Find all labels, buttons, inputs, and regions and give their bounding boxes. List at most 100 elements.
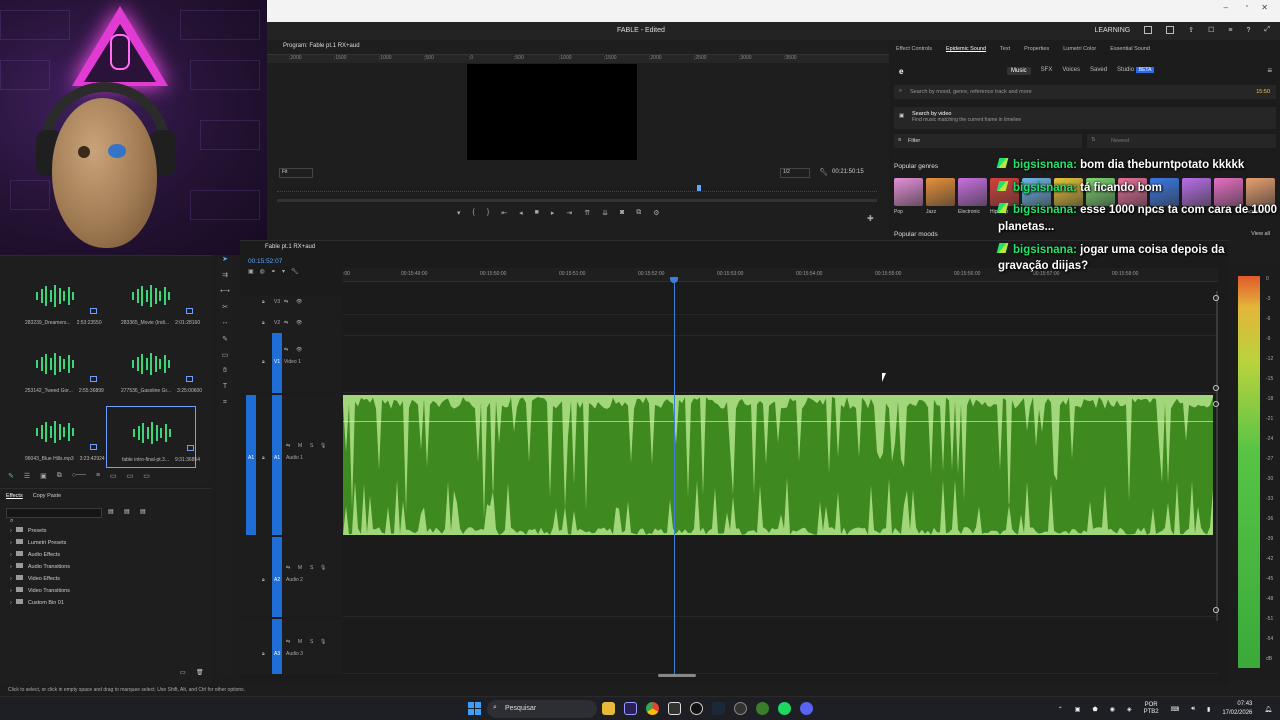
solo-button[interactable]: S [310, 639, 313, 645]
lock-icon[interactable]: 🔒︎ [262, 359, 265, 365]
tab-effect-controls[interactable]: Effect Controls [889, 40, 939, 58]
scroll-handle-icon[interactable] [1213, 607, 1219, 613]
type-tool-icon[interactable]: T [218, 383, 232, 399]
notification-icon[interactable]: 🔔︎ [1264, 706, 1272, 713]
ripple-edit-icon[interactable]: ⟷ [218, 287, 232, 303]
minimize-icon[interactable]: – [1224, 3, 1228, 12]
playhead[interactable] [674, 279, 675, 674]
feedback-icon[interactable]: ☐ [1208, 26, 1214, 34]
timeline-horizontal-scrollbar[interactable] [658, 674, 696, 677]
steam-icon[interactable] [712, 702, 725, 715]
sync-icon[interactable]: ⇆ [286, 565, 290, 571]
effects-folder[interactable]: › Audio Transitions [10, 563, 70, 575]
lock-icon[interactable]: 🔒︎ [262, 651, 265, 657]
selection-tool-icon[interactable]: ➤ [218, 255, 232, 271]
clock[interactable]: 07:43 17/02/2026 [1222, 700, 1252, 718]
tab-voices[interactable]: Voices [1062, 67, 1080, 75]
tray-app-icon[interactable]: ⬟ [1092, 706, 1097, 713]
eye-icon[interactable]: 👁︎ [296, 299, 302, 305]
compare-icon[interactable]: ⧉ [636, 209, 641, 217]
go-to-in-icon[interactable]: ⇤ [501, 209, 507, 217]
go-to-out-icon[interactable]: ⇥ [566, 209, 572, 217]
sync-icon[interactable]: ⇆ [284, 320, 288, 326]
tab-epidemic-sound[interactable]: Epidemic Sound [939, 40, 993, 58]
target-patch-a1[interactable] [272, 395, 282, 535]
scroll-handle-icon[interactable] [1213, 401, 1219, 407]
effects-folder[interactable]: › Video Transitions [10, 587, 70, 599]
tray-app-icon[interactable]: ▣ [1075, 706, 1081, 713]
tray-app-icon[interactable]: ◈ [1127, 706, 1132, 713]
tab-studio[interactable]: Studio BETA [1117, 67, 1155, 75]
spotify-icon[interactable] [778, 702, 791, 715]
wrench-icon[interactable]: 🔧︎ [819, 168, 828, 176]
tab-effects[interactable]: Effects [6, 493, 23, 499]
mic-icon[interactable]: 🎙︎ [320, 443, 326, 449]
zoom-slider[interactable]: ○── [72, 472, 86, 480]
pencil-icon[interactable]: ✎ [8, 472, 14, 480]
mic-icon[interactable]: 🎙︎ [320, 565, 326, 571]
effects-folder[interactable]: › Custom Bin 01 [10, 599, 70, 611]
zoom-select[interactable]: Fit [279, 168, 313, 178]
obs-icon[interactable] [690, 702, 703, 715]
network-icon[interactable]: ⌨ [1171, 706, 1180, 713]
sync-icon[interactable]: ⇆ [284, 347, 288, 353]
eye-icon[interactable]: 👁︎ [296, 347, 302, 353]
program-scrubber[interactable] [277, 199, 877, 202]
scroll-handle-icon[interactable] [1213, 295, 1219, 301]
slip-tool-icon[interactable]: ↔ [218, 319, 232, 335]
track-lane-a2[interactable] [343, 537, 1218, 617]
tab-sfx[interactable]: SFX [1041, 67, 1053, 75]
solo-button[interactable]: S [310, 565, 313, 571]
discord-icon[interactable] [800, 702, 813, 715]
sync-icon[interactable]: ⇆ [284, 299, 288, 305]
delete-icon[interactable]: 🗑︎ [196, 669, 204, 676]
app-icon[interactable] [756, 702, 769, 715]
file-explorer-icon[interactable] [602, 702, 615, 715]
list-view-icon[interactable]: ☰ [24, 472, 30, 480]
step-back-icon[interactable]: ◂ [519, 209, 523, 217]
premiere-pro-icon[interactable] [624, 702, 637, 715]
music-search-input[interactable]: ⌕ Search by mood, genre, reference track… [894, 85, 1276, 99]
mute-button[interactable]: M [298, 565, 302, 571]
tray-app-icon[interactable]: ◉ [1110, 706, 1115, 713]
tab-text[interactable]: Text [993, 40, 1017, 58]
bin-item[interactable]: fable intro-final-pt.3... 9:31:36854 [106, 406, 200, 468]
step-forward-icon[interactable]: ▸ [551, 209, 555, 217]
new-item-icon[interactable]: ▭ [110, 472, 117, 480]
effects-folder[interactable]: › Audio Effects [10, 551, 70, 563]
mute-button[interactable]: M [298, 639, 302, 645]
delete-icon[interactable]: ▭ [143, 472, 150, 480]
close-icon[interactable]: ✕ [1261, 3, 1268, 12]
hamburger-icon[interactable]: ≡ [1267, 66, 1272, 75]
stop-icon[interactable]: ■ [535, 209, 539, 217]
effects-folder[interactable]: › Presets [10, 527, 70, 539]
nest-icon[interactable]: ▣ [248, 268, 254, 275]
resolution-select[interactable]: 1/2 [780, 168, 810, 178]
genre-tile[interactable]: Jazz [926, 178, 955, 215]
program-playhead[interactable] [697, 185, 701, 191]
tab-essential-sound[interactable]: Essential Sound [1103, 40, 1157, 58]
pen-tool-icon[interactable]: ✎ [218, 335, 232, 351]
sync-icon[interactable]: ⇆ [286, 443, 290, 449]
eye-icon[interactable]: 👁︎ [296, 320, 302, 326]
video-preview[interactable] [467, 64, 637, 160]
settings-icon[interactable]: ⚙ [653, 209, 659, 217]
mark-in-icon[interactable]: { [473, 209, 475, 217]
track-lane-a3[interactable] [343, 619, 1218, 674]
tab-properties[interactable]: Properties [1017, 40, 1056, 58]
sequence-tab[interactable]: Fable pt.1 RX+aud [265, 244, 315, 250]
mark-out-icon[interactable]: } [487, 209, 489, 217]
snap-icon[interactable]: ◍ [260, 268, 265, 275]
bin-item[interactable]: 96043_Blue Hills.mp3 3:23:42924 [10, 406, 105, 468]
sync-icon[interactable]: ⇆ [286, 639, 290, 645]
lock-icon[interactable]: 🔒︎ [262, 577, 265, 583]
solo-button[interactable]: S [310, 443, 313, 449]
effects-folder[interactable]: › Lumetri Presets [10, 539, 70, 551]
new-bin-icon[interactable]: ▭ [180, 669, 186, 676]
add-marker-icon[interactable]: ▾ [457, 209, 461, 217]
mute-button[interactable]: M [298, 443, 302, 449]
program-monitor-tab[interactable]: Program: Fable pt.1 RX+aud [283, 43, 360, 49]
layout-icon[interactable] [1144, 26, 1153, 34]
linked-selection-icon[interactable]: ⚭ [271, 268, 276, 275]
freeform-view-icon[interactable]: ⧉ [57, 472, 62, 480]
